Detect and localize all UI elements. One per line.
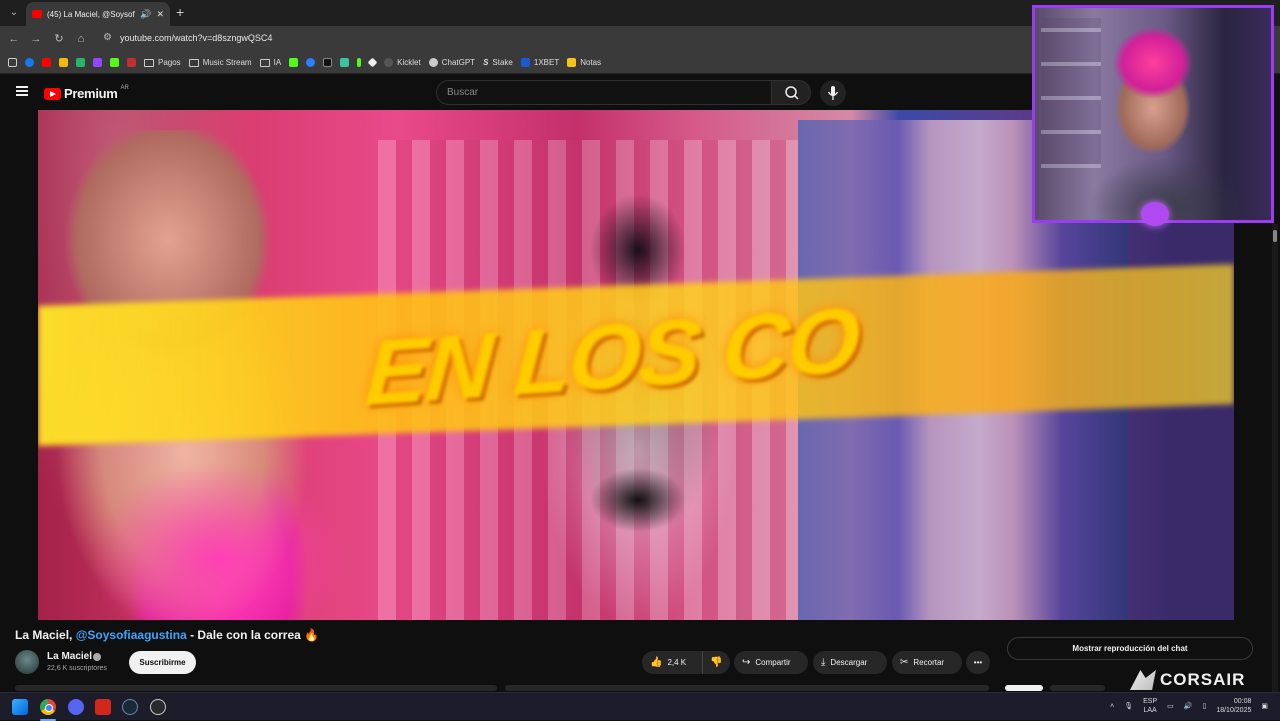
clip-button[interactable]: ✂ Recortar [892, 651, 962, 674]
thumbs-up-icon: 👍 [650, 657, 663, 668]
video-title: La Maciel, @Soysofiaagustina - Dale con … [15, 628, 320, 642]
notes-icon [567, 58, 577, 67]
subscribe-button[interactable]: Suscribirme [129, 651, 196, 674]
search-button[interactable] [771, 80, 811, 105]
url-field[interactable]: youtube.com/watch?v=d8szngwQSC4 [120, 33, 272, 43]
like-dislike-group: 👍 2,4 K 👎 [642, 651, 730, 674]
channel-name[interactable]: La Maciel [47, 651, 92, 662]
bookmark-diamond-icon[interactable] [367, 57, 378, 68]
search-input[interactable]: Buscar [436, 80, 772, 105]
subscriber-count: 22,6 K suscriptores [47, 665, 107, 672]
kick-icon[interactable] [110, 58, 119, 67]
discord-icon[interactable] [68, 699, 84, 715]
search-icon [785, 86, 799, 100]
tiktok-icon[interactable] [323, 58, 333, 67]
bookmark-folder-pagos[interactable]: Pagos [144, 58, 181, 67]
share-button[interactable]: ↪ Compartir [734, 651, 808, 674]
network-icon[interactable]: ▭ [1167, 702, 1174, 710]
folder-icon [144, 58, 154, 67]
scissors-icon: ✂ [900, 657, 909, 668]
speaker-icon[interactable]: 🔊 [140, 9, 151, 20]
bookmark-red-icon[interactable] [127, 58, 136, 67]
browser-tab-youtube[interactable]: (45) La Maciel, @Soysofiaag 🔊 ✕ [26, 2, 170, 26]
chevron-up-icon[interactable]: ˄ [1110, 703, 1114, 710]
menu-icon[interactable] [16, 86, 28, 96]
youtube-play-icon [44, 87, 61, 100]
tab-title: (45) La Maciel, @Soysofiaag [47, 9, 135, 19]
1xbet-icon [520, 58, 530, 67]
bookmark-stake[interactable]: S Stake [483, 58, 513, 67]
bookmark-folder-ia[interactable]: IA [259, 58, 281, 67]
mention-link[interactable]: @Soysofiaagustina [76, 628, 187, 642]
channel-avatar[interactable] [15, 650, 39, 674]
volume-icon[interactable]: 🔊 [1184, 702, 1193, 710]
show-chat-replay-button[interactable]: Mostrar reproducción del chat [1007, 637, 1253, 660]
kick-icon[interactable] [289, 58, 299, 67]
forward-icon[interactable]: → [29, 32, 43, 46]
new-tab-button[interactable]: + [176, 4, 184, 20]
verified-icon [93, 653, 101, 661]
microphone-tray-icon[interactable]: 🎙 [1124, 702, 1133, 710]
site-info-icon[interactable]: ⚙ [103, 32, 112, 43]
microphone-icon [827, 86, 839, 100]
share-icon: ↪ [742, 657, 751, 668]
battery-icon[interactable]: ▯ [1202, 702, 1206, 710]
folder-icon [188, 58, 199, 67]
description-stub [505, 685, 989, 691]
scrollbar-thumb[interactable] [1273, 230, 1277, 242]
bookmark-1xbet[interactable]: 1XBET [520, 58, 559, 67]
dislike-button[interactable]: 👎 [702, 651, 730, 674]
streamer-logo-icon [1141, 202, 1169, 226]
stake-icon: S [483, 58, 489, 67]
home-icon[interactable]: ⌂ [74, 32, 88, 46]
folder-icon [259, 58, 270, 67]
chrome-icon[interactable] [40, 699, 56, 715]
notifications-icon[interactable]: ▣ [1261, 702, 1268, 710]
youtube-logo[interactable]: Premium AR [44, 85, 129, 101]
thumbs-down-icon: 👎 [710, 657, 723, 668]
corsair-sail-icon [1130, 670, 1156, 690]
tab-search-icon[interactable]: ⌄ [6, 5, 22, 21]
description-stub [15, 685, 497, 691]
close-tab-icon[interactable]: ✕ [156, 9, 164, 20]
windows-taskbar: ˄ 🎙 ESP LAA ▭ 🔊 ▯ 00:08 18/10/2025 ▣ [0, 692, 1280, 721]
more-actions-button[interactable]: ••• [966, 651, 990, 674]
bookmark-kicklet[interactable]: Kicklet [384, 58, 421, 67]
chatgpt-icon [428, 58, 438, 67]
streamer-webcam [1032, 5, 1274, 226]
system-tray: ˄ 🎙 ESP LAA ▭ 🔊 ▯ 00:08 18/10/2025 ▣ [1110, 697, 1268, 715]
webcam-shelf [1041, 18, 1101, 168]
scrollbar[interactable] [1272, 224, 1278, 692]
bookmark-notas[interactable]: Notas [567, 58, 601, 67]
language-indicator[interactable]: ESP LAA [1143, 697, 1157, 715]
voice-search-button[interactable] [820, 80, 846, 106]
youtube-favicon-icon [32, 10, 42, 18]
bookmark-green-icon[interactable] [76, 58, 85, 67]
bookmark-bar-icon[interactable] [357, 58, 362, 67]
windows-start-icon[interactable] [12, 699, 28, 715]
bookmark-chatgpt[interactable]: ChatGPT [428, 58, 475, 67]
bookmark-folder-music-stream[interactable]: Music Stream [188, 58, 252, 67]
download-icon: ⤓ [821, 657, 826, 668]
youtube-bookmark-icon[interactable] [42, 58, 51, 67]
download-button[interactable]: ⤓ Descargar [813, 651, 887, 674]
kicklet-icon [384, 58, 394, 67]
chip-stub[interactable] [1005, 685, 1043, 691]
clock[interactable]: 00:08 18/10/2025 [1216, 697, 1251, 715]
apps-grid-icon[interactable] [8, 58, 17, 67]
twitch-icon[interactable] [93, 58, 102, 67]
steam-icon[interactable] [122, 699, 138, 715]
facebook-icon[interactable] [25, 58, 34, 67]
binance-icon[interactable] [59, 58, 68, 67]
reload-icon[interactable]: ↻ [52, 32, 66, 46]
back-icon[interactable]: ← [7, 32, 21, 46]
obs-icon[interactable] [150, 699, 166, 715]
chip-stub[interactable] [1050, 685, 1105, 691]
corsair-logo: CORSAIR [1130, 670, 1245, 690]
meta-icon[interactable] [306, 58, 316, 67]
bookmark-teal-icon[interactable] [340, 58, 350, 67]
like-button[interactable]: 👍 2,4 K [642, 651, 700, 674]
acrobat-icon[interactable] [95, 699, 111, 715]
